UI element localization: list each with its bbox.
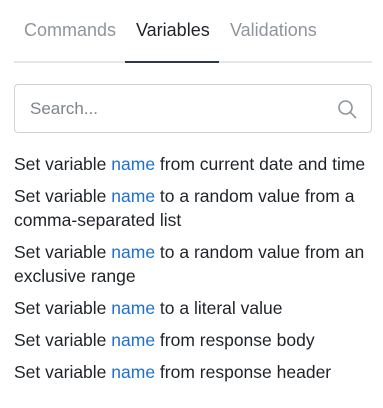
- variable-command-list: Set variable name from current date and …: [14, 152, 376, 392]
- item-prefix: Set variable: [14, 362, 112, 382]
- item-suffix: to a literal value: [155, 298, 283, 318]
- tab-variables[interactable]: Variables: [136, 20, 210, 41]
- variable-name: name: [111, 186, 156, 206]
- search-input[interactable]: [16, 86, 326, 131]
- active-tab-indicator: [125, 61, 219, 63]
- tab-validations[interactable]: Validations: [230, 20, 317, 41]
- variable-name: name: [111, 330, 156, 350]
- item-suffix: from response body: [155, 330, 315, 350]
- list-item-random-list[interactable]: Set variable name to a random value from…: [14, 184, 376, 232]
- tab-bar: Commands Variables Validations: [14, 0, 372, 63]
- item-prefix: Set variable: [14, 186, 112, 206]
- item-prefix: Set variable: [14, 242, 112, 262]
- variable-name: name: [111, 362, 156, 382]
- list-item-literal[interactable]: Set variable name to a literal value: [14, 296, 376, 320]
- list-item-random-range[interactable]: Set variable name to a random value from…: [14, 240, 376, 288]
- list-item-date-time[interactable]: Set variable name from current date and …: [14, 152, 376, 176]
- item-prefix: Set variable: [14, 154, 112, 174]
- list-item-response-body[interactable]: Set variable name from response body: [14, 328, 376, 352]
- list-item-response-header[interactable]: Set variable name from response header: [14, 360, 376, 384]
- tab-commands[interactable]: Commands: [24, 20, 116, 41]
- search-box: [14, 84, 372, 133]
- item-prefix: Set variable: [14, 298, 112, 318]
- variable-name: name: [111, 154, 156, 174]
- variable-name: name: [111, 242, 156, 262]
- item-prefix: Set variable: [14, 330, 112, 350]
- item-suffix: from response header: [155, 362, 332, 382]
- item-suffix: from current date and time: [155, 154, 366, 174]
- search-icon[interactable]: [337, 99, 357, 119]
- variable-name: name: [111, 298, 156, 318]
